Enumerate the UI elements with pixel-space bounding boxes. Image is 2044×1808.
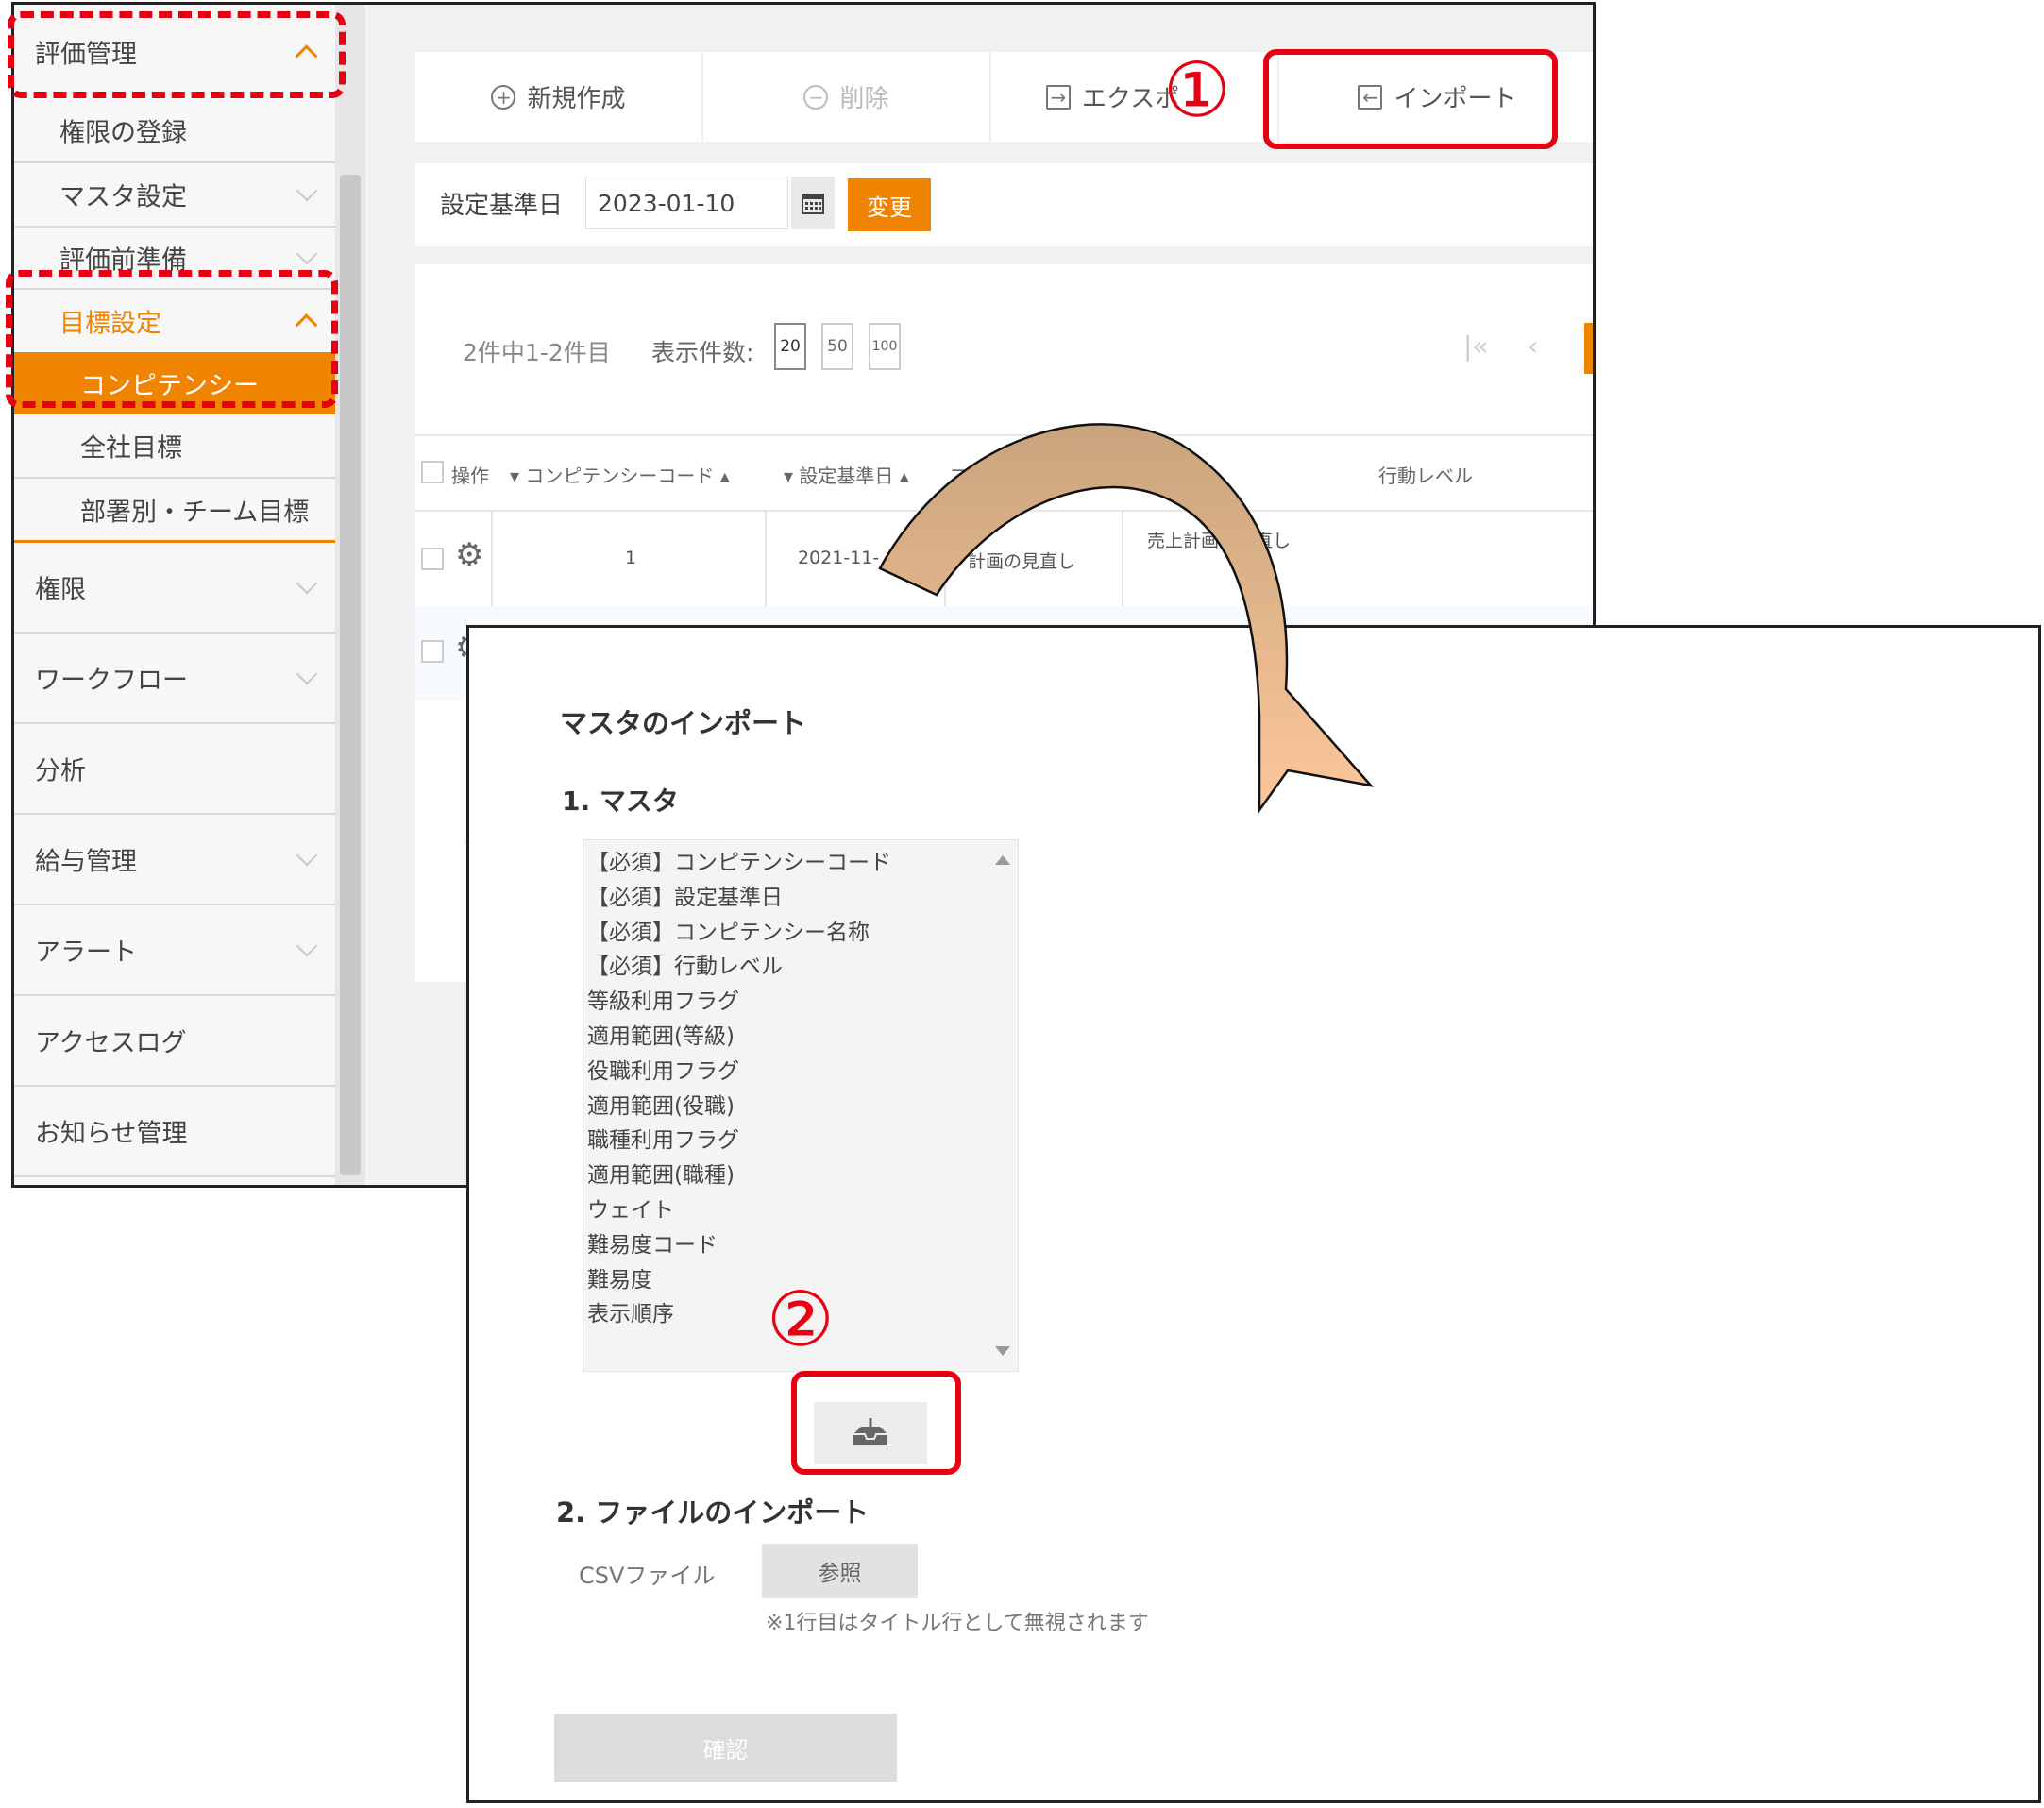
cell-divider [765, 512, 767, 606]
row-checkbox[interactable] [421, 548, 444, 570]
list-item: 【必須】行動レベル [587, 955, 783, 980]
list-item: 適用範囲(職種) [587, 1163, 735, 1189]
chevron-down-icon [296, 663, 318, 685]
list-item: 等級利用フラグ [587, 989, 739, 1015]
new-button[interactable]: + 新規作成 [415, 52, 703, 142]
sidebar-item-notice-management[interactable]: お知らせ管理 [14, 1087, 335, 1177]
chevron-down-icon [296, 935, 318, 957]
list-item: 【必須】コンピテンシーコード [587, 851, 891, 875]
dashed-highlight-evaluation [8, 11, 346, 98]
list-item: 職種利用フラグ [587, 1128, 739, 1154]
master-field-column: 【必須】コンピテンシーコード 【必須】設定基準日 【必須】コンピテンシー名称 【… [587, 846, 984, 1332]
scroll-down-arrow-icon[interactable] [995, 1346, 1010, 1356]
current-page-button[interactable] [1584, 323, 1593, 374]
sidebar-item-label: マスタ設定 [59, 182, 187, 212]
section-master-heading: 1. マスタ [562, 786, 679, 817]
csv-file-label: CSVファイル [579, 1563, 716, 1589]
row-code: 1 [625, 548, 637, 568]
sidebar-item-workflow[interactable]: ワークフロー [14, 634, 335, 724]
sidebar-scrollbar-thumb[interactable] [340, 175, 361, 1175]
sidebar-item-analysis[interactable]: 分析 [14, 724, 335, 815]
select-all-checkbox[interactable] [421, 461, 444, 483]
table-header-action: 操作 [451, 465, 489, 487]
page-size-20[interactable]: 20 [774, 323, 806, 370]
sidebar: 評価管理 権限の登録 マスタ設定 評価前準備 目標設定 コンピテンシー 全社目標… [14, 5, 335, 1185]
step-2-marker: ② [767, 1276, 835, 1363]
chevron-down-icon [296, 243, 318, 265]
sidebar-item-team-goals[interactable]: 部署別・チーム目標 [14, 479, 335, 543]
change-button[interactable]: 変更 [848, 178, 931, 231]
scroll-up-arrow-icon[interactable] [995, 855, 1010, 865]
base-date-input[interactable]: 2023-01-10 [585, 177, 788, 229]
list-item: 【必須】コンピテンシー名称 [587, 920, 870, 945]
highlight-download-button [791, 1371, 961, 1475]
sidebar-item-company-goals[interactable]: 全社目標 [14, 414, 335, 479]
page-size-100[interactable]: 100 [869, 323, 901, 370]
export-icon: → [1046, 84, 1071, 110]
row-checkbox[interactable] [421, 640, 444, 663]
chevron-down-icon [296, 844, 318, 867]
gear-icon[interactable]: ⚙ [455, 536, 483, 574]
curved-arrow-shape [878, 423, 1375, 814]
first-page-icon[interactable]: |« [1463, 330, 1489, 362]
list-item: 【必須】設定基準日 [587, 885, 783, 910]
cell-divider [491, 512, 493, 606]
import-note: ※1行目はタイトル行として無視されます [766, 1612, 1149, 1635]
delete-button[interactable]: − 削除 [703, 52, 991, 142]
sidebar-item-permission-registration[interactable]: 権限の登録 [14, 99, 335, 163]
calendar-button[interactable] [791, 177, 835, 229]
page-size-50[interactable]: 50 [821, 323, 853, 370]
page-size-label: 表示件数: [651, 339, 754, 366]
sidebar-item-label: お知らせ管理 [35, 1119, 188, 1149]
confirm-button[interactable]: 確認 [554, 1714, 897, 1782]
sidebar-item-label: 部署別・チーム目標 [80, 498, 310, 527]
sidebar-item-label: 全社目標 [80, 433, 182, 464]
delete-button-label: 削除 [839, 85, 889, 113]
sidebar-item-label: 分析 [35, 756, 86, 786]
sidebar-item-master-settings[interactable]: マスタ設定 [14, 163, 335, 228]
list-item: 適用範囲(役職) [587, 1093, 735, 1119]
sidebar-item-label: 権限の登録 [59, 118, 187, 148]
date-filter-bar: 設定基準日 2023-01-10 変更 [415, 163, 1593, 246]
section-file-import-heading: 2. ファイルのインポート [556, 1496, 870, 1529]
step-1-marker: ① [1163, 46, 1231, 134]
list-item: 難易度コード [587, 1232, 718, 1258]
sidebar-item-label: 給与管理 [35, 847, 137, 877]
table-header-competency-code[interactable]: ▾ コンピテンシーコード ▴ [510, 461, 730, 488]
result-count: 2件中1-2件目 [463, 339, 611, 366]
sidebar-item-label: ワークフロー [35, 666, 188, 696]
minus-circle-icon: − [803, 84, 829, 110]
list-item: 適用範囲(等級) [587, 1023, 735, 1049]
export-button[interactable]: → エクスポ [991, 52, 1279, 142]
sidebar-item-permissions[interactable]: 権限 [14, 543, 335, 634]
sidebar-item-payroll[interactable]: 給与管理 [14, 815, 335, 905]
sidebar-item-label: アラート [35, 938, 137, 968]
prev-page-icon[interactable]: ‹ [1528, 330, 1538, 362]
highlight-import-button [1263, 49, 1558, 149]
browse-button[interactable]: 参照 [762, 1544, 918, 1598]
sidebar-item-access-log[interactable]: アクセスログ [14, 996, 335, 1087]
dashed-highlight-goal-settings [6, 270, 338, 408]
plus-circle-icon: + [491, 84, 516, 110]
list-item: ウェイト [587, 1197, 674, 1223]
calendar-icon [802, 194, 824, 214]
sidebar-item-label: 権限 [35, 575, 86, 605]
list-item: 役職利用フラグ [587, 1058, 739, 1084]
sidebar-item-label: アクセスログ [35, 1028, 187, 1058]
sidebar-item-alerts[interactable]: アラート [14, 905, 335, 996]
table-header-competency-code-label: コンピテンシーコード [525, 465, 715, 487]
base-date-label: 設定基準日 [440, 192, 564, 220]
modal-title: マスタのインポート [560, 707, 807, 739]
chevron-down-icon [296, 572, 318, 595]
chevron-down-icon [296, 179, 318, 202]
curved-arrow-icon [878, 423, 1375, 814]
new-button-label: 新規作成 [527, 85, 626, 113]
